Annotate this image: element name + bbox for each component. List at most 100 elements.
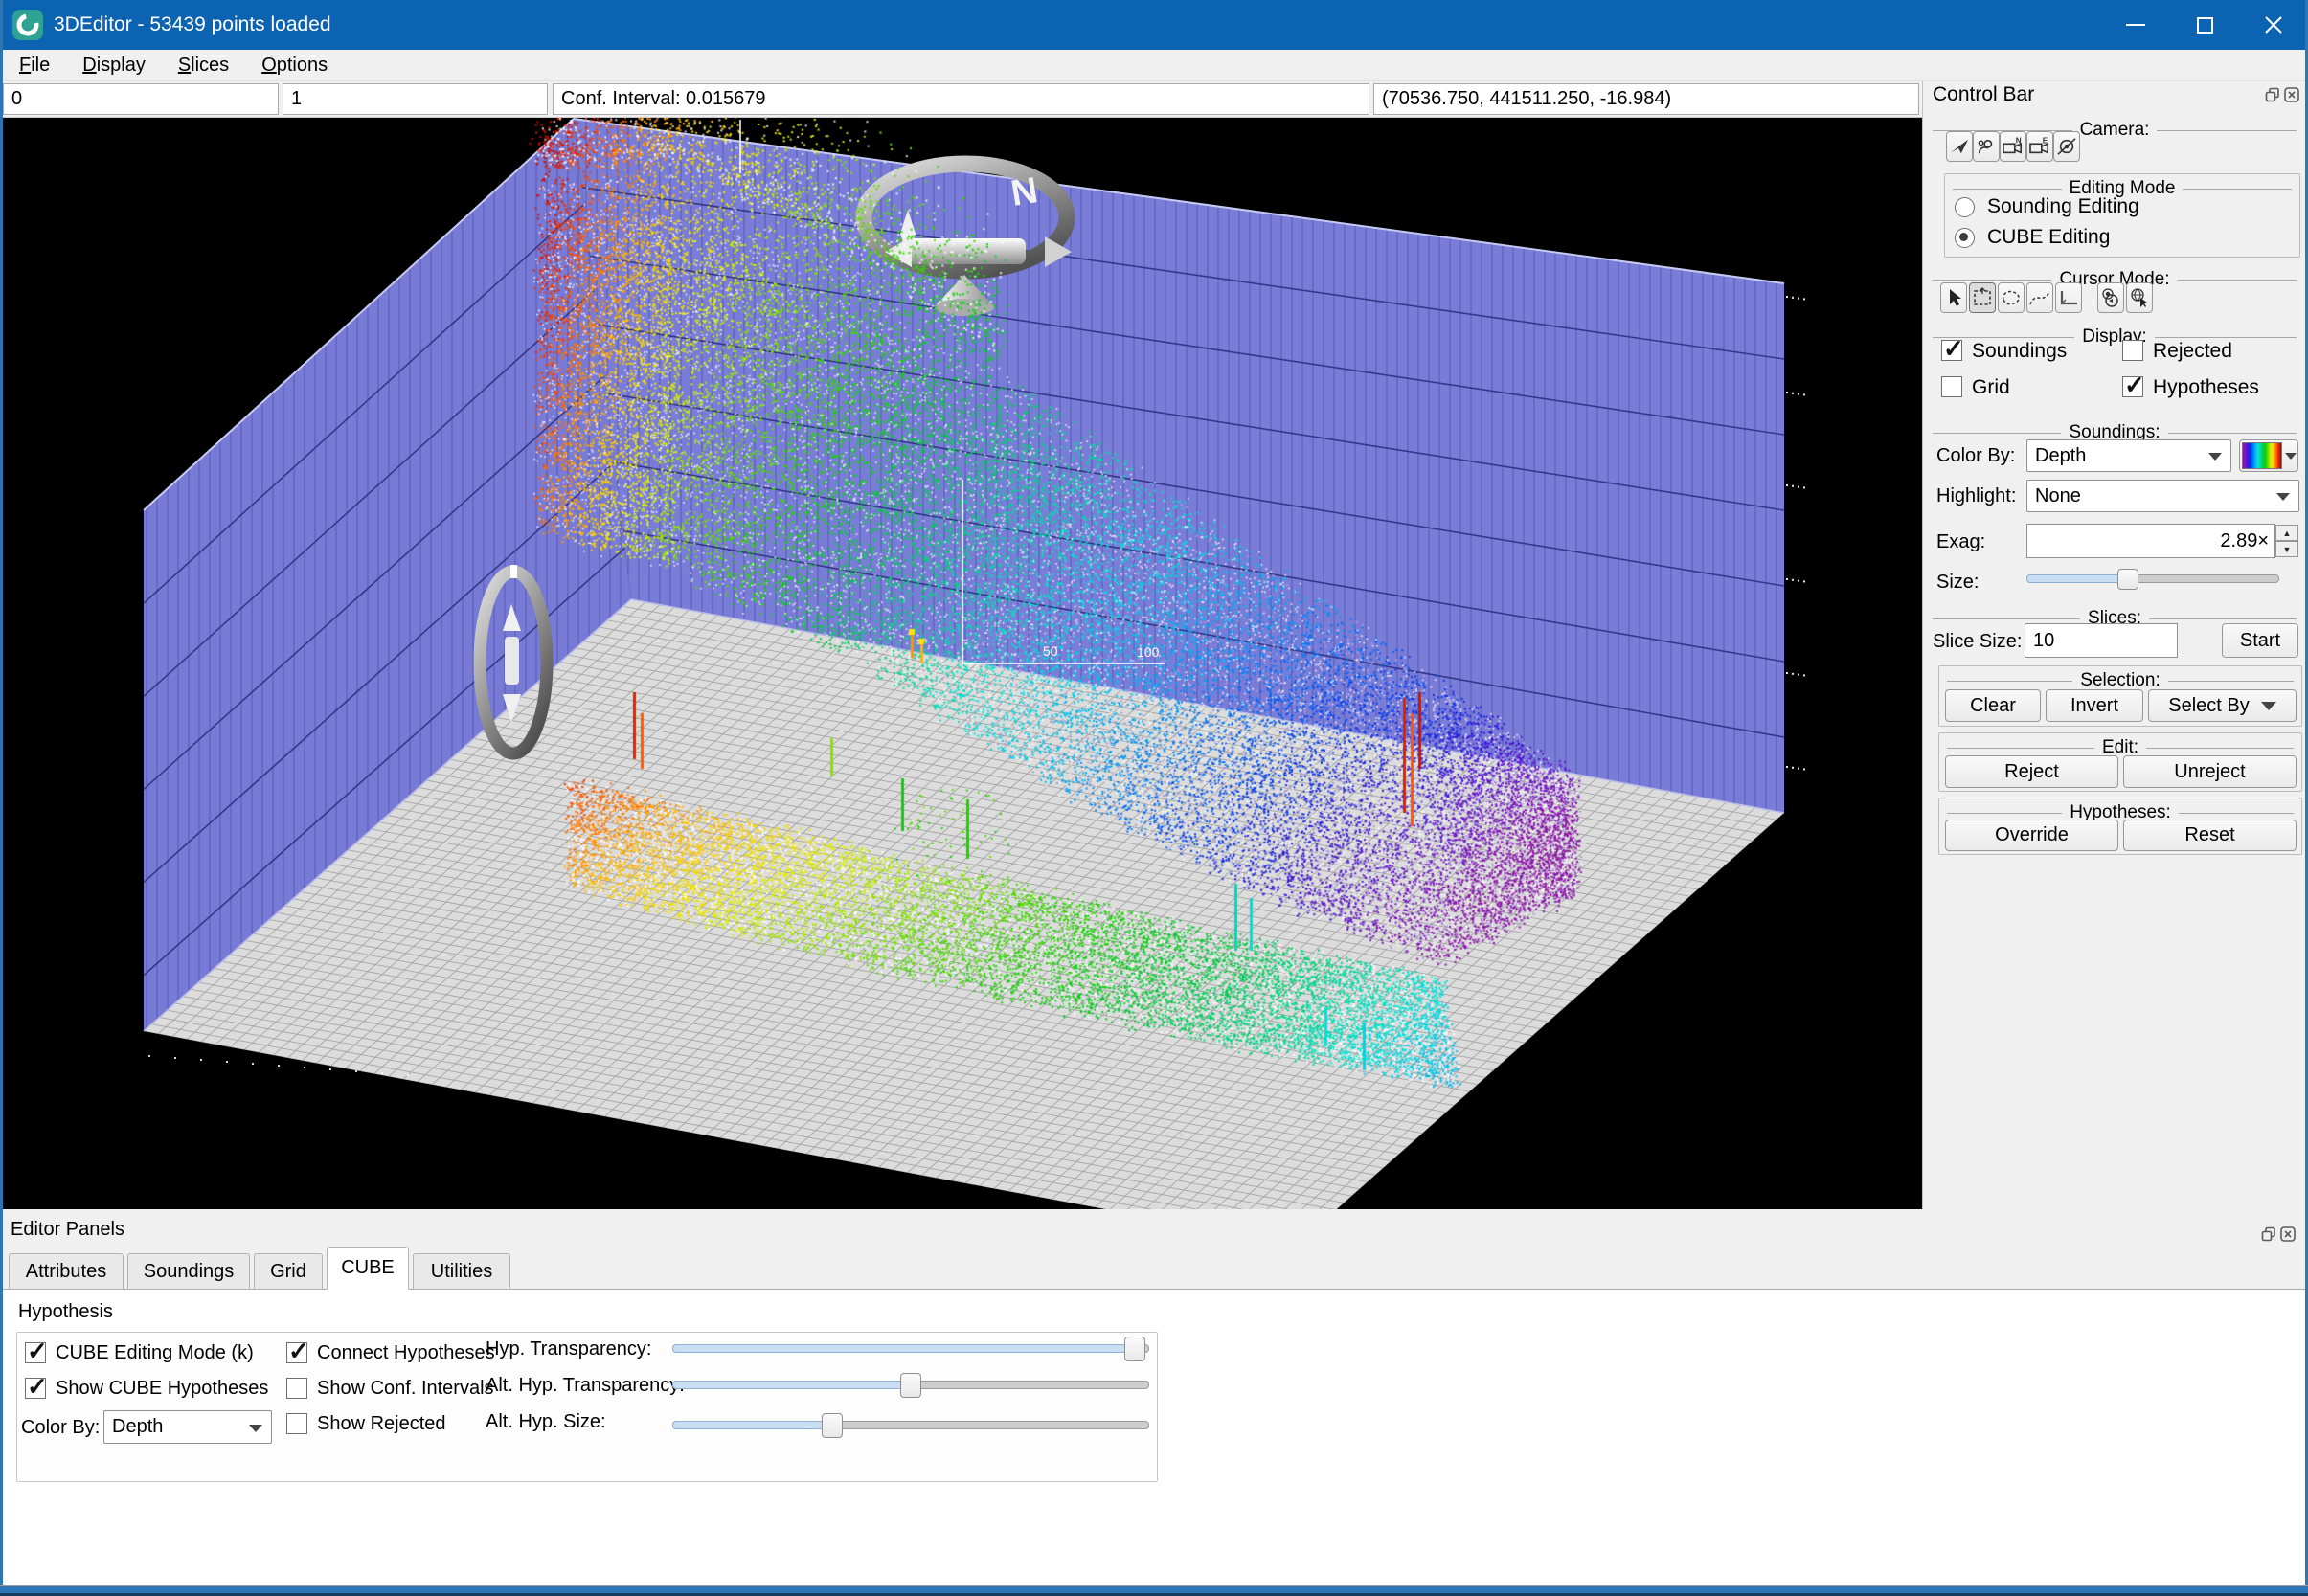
window-border-left: [0, 0, 3, 1596]
show-cube-hypotheses-checkbox[interactable]: ✓: [25, 1378, 46, 1399]
chevron-down-icon: [2261, 702, 2276, 710]
selection-group: Selection: Clear Invert Select By: [1938, 665, 2302, 727]
camera-view-north-button[interactable]: N: [2000, 131, 2026, 162]
camera-orbit-button[interactable]: [1973, 131, 2000, 162]
orbit-figure-icon: [1976, 137, 1997, 156]
cursor-rect-select-button[interactable]: [1969, 282, 1996, 313]
cube-color-by-combo[interactable]: Depth: [103, 1410, 272, 1444]
close-panel-icon[interactable]: [2280, 1226, 2296, 1242]
cube-editing-radio[interactable]: [1955, 228, 1975, 248]
tab-attributes[interactable]: Attributes: [9, 1253, 124, 1290]
menu-bar: File Display Slices Options: [3, 50, 2305, 81]
cursor-polyline-button[interactable]: [2026, 282, 2053, 313]
colormap-button[interactable]: [2239, 439, 2298, 472]
chevron-down-icon: [249, 1425, 262, 1432]
orbit-center-button[interactable]: [2097, 282, 2124, 313]
cursor-coordinates-field[interactable]: (70536.750, 441511.250, -16.984): [1373, 83, 1919, 115]
camera-home-button[interactable]: [1946, 131, 1973, 162]
rejected-checkbox[interactable]: [2122, 340, 2143, 361]
corner-angle-icon: [2057, 288, 2080, 307]
size-slider-handle[interactable]: [2117, 569, 2138, 590]
camera-off-icon: [2055, 137, 2078, 156]
close-panel-icon[interactable]: [2284, 87, 2299, 102]
undock-icon[interactable]: [2261, 1226, 2276, 1242]
spin-down-button[interactable]: ▼: [2275, 541, 2298, 557]
show-cube-hypotheses-label: Show CUBE Hypotheses: [56, 1378, 268, 1400]
menu-display[interactable]: Display: [66, 50, 162, 81]
reject-button[interactable]: Reject: [1945, 755, 2118, 788]
alt-hyp-size-slider[interactable]: [672, 1411, 1149, 1440]
colormap-swatch: [2242, 442, 2282, 469]
show-rejected-checkbox[interactable]: [286, 1413, 307, 1434]
highlight-label: Highlight:: [1936, 485, 2016, 507]
unreject-button[interactable]: Unreject: [2123, 755, 2297, 788]
crosshair-label-50: 50: [1043, 643, 1058, 659]
size-label: Size:: [1936, 572, 1979, 594]
cube-tab-panel: Hypothesis ✓ CUBE Editing Mode (k) ✓ Sho…: [3, 1290, 2305, 1585]
slice-size-label: Slice Size:: [1933, 631, 2022, 653]
camera-view-east-button[interactable]: E: [2026, 131, 2053, 162]
soundings-checkbox-label: Soundings: [1972, 340, 2067, 363]
select-by-button[interactable]: Select By: [2148, 689, 2297, 722]
tab-soundings[interactable]: Soundings: [127, 1253, 250, 1290]
title-bar: 3DEditor - 53439 points loaded: [0, 0, 2308, 50]
editor-panels-dock: Editor Panels Attributes Soundings Grid …: [3, 1209, 2305, 1585]
slice-size-input[interactable]: 10: [2025, 623, 2178, 658]
tab-utilities[interactable]: Utilities: [413, 1253, 510, 1290]
editor-panels-title: Editor Panels: [11, 1219, 124, 1241]
clear-selection-button[interactable]: Clear: [1945, 689, 2041, 722]
maximize-button[interactable]: [2170, 0, 2239, 50]
alt-hyp-transparency-slider[interactable]: [672, 1371, 1149, 1400]
conf-interval-field[interactable]: Conf. Interval: 0.015679: [553, 83, 1369, 115]
alt-hyp-transparency-handle[interactable]: [900, 1373, 921, 1398]
app-icon: [11, 9, 44, 41]
editor-tabs: Attributes Soundings Grid CUBE Utilities: [3, 1248, 2305, 1290]
application-window: 3DEditor - 53439 points loaded File Disp…: [0, 0, 2308, 1596]
reset-button[interactable]: Reset: [2123, 820, 2297, 851]
menu-file[interactable]: File: [3, 50, 66, 81]
color-by-combo[interactable]: Depth: [2026, 439, 2231, 472]
grid-checkbox[interactable]: [1941, 376, 1962, 397]
hyp-transparency-handle[interactable]: [1124, 1337, 1145, 1361]
sounding-editing-radio[interactable]: [1955, 197, 1975, 217]
hypothesis-group: ✓ CUBE Editing Mode (k) ✓ Show CUBE Hypo…: [16, 1332, 1158, 1482]
connect-hypotheses-checkbox[interactable]: ✓: [286, 1342, 307, 1363]
tab-cube[interactable]: CUBE: [327, 1247, 409, 1290]
override-button[interactable]: Override: [1945, 820, 2118, 851]
tab-grid[interactable]: Grid: [254, 1253, 323, 1290]
slices-start-button[interactable]: Start: [2222, 623, 2298, 658]
close-button[interactable]: [2239, 0, 2308, 50]
cube-color-by-label: Color By:: [21, 1417, 100, 1439]
soundings-checkbox[interactable]: ✓: [1941, 340, 1962, 361]
invert-selection-button[interactable]: Invert: [2046, 689, 2143, 722]
camera-reset-button[interactable]: [2053, 131, 2080, 162]
undock-icon[interactable]: [2265, 87, 2280, 102]
hypotheses-group: Hypotheses: Override Reset: [1938, 798, 2302, 855]
status-field-2[interactable]: 1: [283, 83, 548, 115]
spin-up-button[interactable]: ▲: [2275, 525, 2298, 541]
menu-options[interactable]: Options: [245, 50, 344, 81]
alt-hyp-size-handle[interactable]: [822, 1413, 843, 1438]
highlight-combo[interactable]: None: [2026, 480, 2299, 512]
hyp-transparency-slider[interactable]: [672, 1335, 1149, 1363]
menu-slices[interactable]: Slices: [162, 50, 245, 81]
edit-group: Edit: Reject Unreject: [1938, 732, 2302, 792]
size-slider[interactable]: [2026, 566, 2279, 593]
pan-globe-button[interactable]: [2126, 282, 2153, 313]
curve-icon: [2028, 288, 2051, 307]
minimize-button[interactable]: [2101, 0, 2170, 50]
orbit-point-icon: [2100, 287, 2121, 308]
cursor-corner-button[interactable]: [2055, 282, 2082, 313]
axis-tick-marks: [1786, 296, 1805, 770]
hypotheses-checkbox[interactable]: ✓: [2122, 376, 2143, 397]
cursor-lasso-button[interactable]: [1998, 282, 2025, 313]
cube-editing-mode-checkbox[interactable]: ✓: [25, 1342, 46, 1363]
lasso-icon: [2000, 288, 2023, 307]
cursor-pick-button[interactable]: [1940, 282, 1967, 313]
exag-spinbox[interactable]: 2.89×: [2026, 524, 2275, 558]
status-field-1[interactable]: 0: [3, 83, 279, 115]
viewport-3d[interactable]: N 50 100: [3, 118, 1922, 1209]
svg-text:E: E: [2043, 137, 2048, 145]
cube-editing-mode-label: CUBE Editing Mode (k): [56, 1342, 254, 1364]
show-conf-intervals-checkbox[interactable]: [286, 1378, 307, 1399]
